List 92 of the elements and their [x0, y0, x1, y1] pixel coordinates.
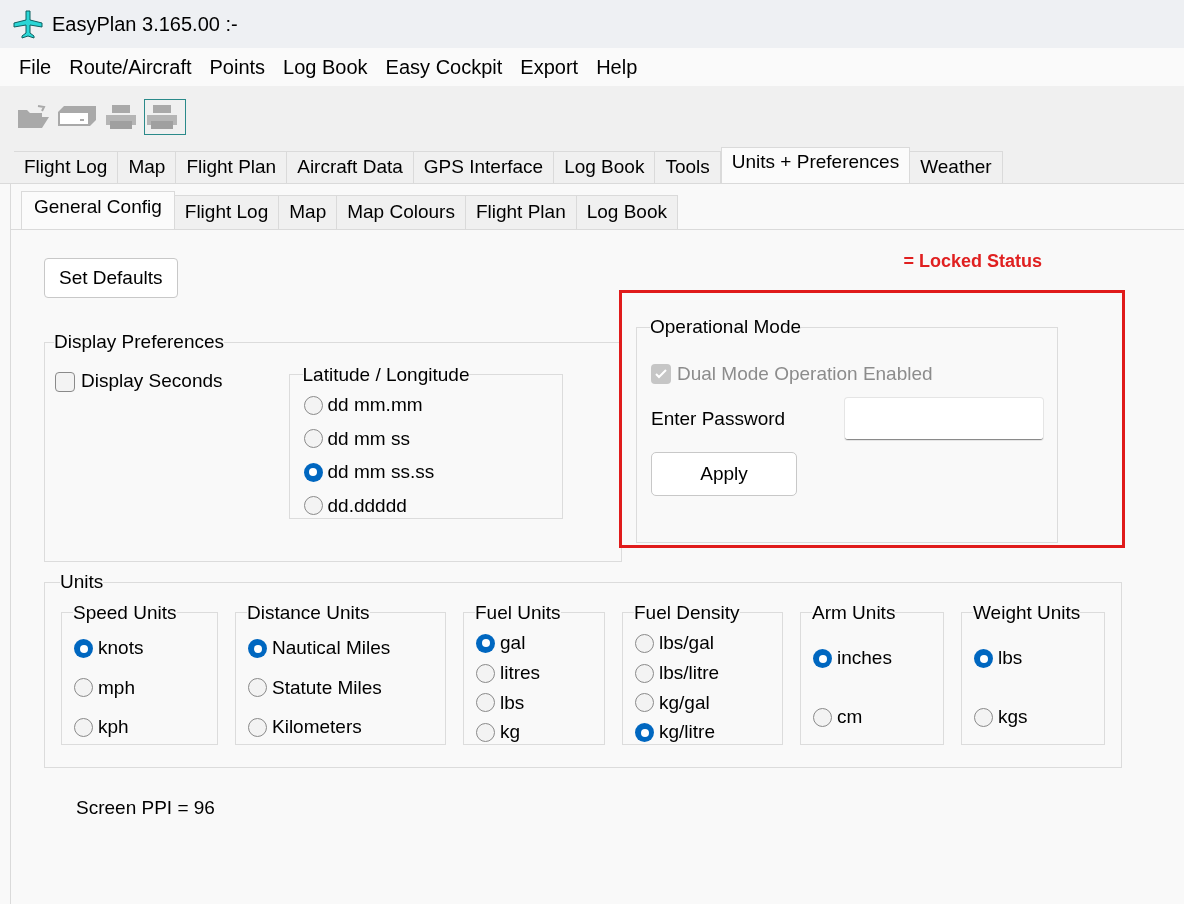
- group-title: Operational Mode: [650, 315, 802, 339]
- radio-label: Nautical Miles: [272, 636, 391, 661]
- radio-label: Statute Miles: [272, 675, 382, 700]
- menu-item[interactable]: Log Book: [274, 52, 377, 82]
- window-title: EasyPlan 3.165.00 :-: [52, 12, 238, 37]
- tab[interactable]: Aircraft Data: [287, 151, 414, 183]
- radio-button[interactable]: [74, 678, 93, 698]
- tab[interactable]: Tools: [655, 151, 721, 183]
- tab[interactable]: GPS Interface: [413, 151, 555, 183]
- menu-item[interactable]: Route/Aircraft: [60, 52, 201, 82]
- radio-button[interactable]: [248, 639, 267, 659]
- tab[interactable]: Map Colours: [337, 195, 466, 229]
- radio-button[interactable]: [813, 708, 832, 727]
- group-title: Display Preferences: [54, 330, 225, 354]
- folder-icon[interactable]: [16, 104, 50, 130]
- radio-label: litres: [500, 660, 541, 685]
- radio-label: lbs/litre: [659, 660, 720, 685]
- radio-label: kg/gal: [659, 690, 710, 715]
- group-title: Arm Units: [812, 600, 896, 625]
- radio-button[interactable]: [74, 639, 93, 659]
- menu-item[interactable]: Help: [587, 52, 647, 82]
- group-title: Distance Units: [247, 600, 370, 625]
- tab[interactable]: Log Book: [554, 151, 656, 183]
- checkbox[interactable]: [55, 371, 75, 392]
- checkbox-label: Dual Mode Operation Enabled: [677, 361, 933, 386]
- radio-button[interactable]: [635, 633, 654, 653]
- radio-label: kg: [500, 720, 521, 745]
- radio-button[interactable]: [635, 663, 654, 683]
- radio-label: gal: [500, 631, 526, 655]
- screen-ppi-text: Screen PPI = 96: [76, 796, 216, 820]
- password-label: Enter Password: [651, 406, 787, 431]
- menu-item[interactable]: Points: [200, 52, 275, 82]
- group-title: Latitude / Longitude: [302, 362, 470, 387]
- radio-label: Kilometers: [272, 715, 362, 740]
- tab[interactable]: Log Book: [576, 195, 678, 229]
- radio-button[interactable]: [813, 649, 832, 668]
- radio-button[interactable]: [303, 429, 323, 449]
- radio-button[interactable]: [635, 723, 654, 743]
- tab[interactable]: Flight Log: [174, 195, 280, 229]
- radio-label: cm: [837, 705, 863, 730]
- radio-label: lbs/gal: [659, 631, 714, 655]
- radio-label: kph: [98, 715, 129, 740]
- tab[interactable]: Flight Log: [14, 151, 119, 183]
- locked-status-note: = Locked Status: [903, 250, 1043, 273]
- radio-button[interactable]: [476, 663, 495, 683]
- airplane-icon: [12, 9, 44, 39]
- radio-label: inches: [837, 646, 892, 671]
- radio-button[interactable]: [303, 395, 323, 415]
- radio-button[interactable]: [303, 462, 323, 482]
- radio-label: dd mm ss: [327, 426, 410, 451]
- radio-label: lbs: [998, 646, 1023, 671]
- group-title: Units: [60, 570, 104, 594]
- tab[interactable]: Map: [118, 151, 177, 183]
- group-title: Fuel Units: [475, 600, 561, 625]
- radio-button[interactable]: [635, 693, 654, 713]
- radio-button[interactable]: [74, 717, 93, 737]
- radio-button[interactable]: [248, 717, 267, 737]
- group-title: Fuel Density: [634, 600, 740, 625]
- set-defaults-button[interactable]: Set Defaults: [44, 258, 178, 298]
- radio-button[interactable]: [476, 693, 495, 713]
- tab[interactable]: Flight Plan: [176, 151, 288, 183]
- radio-label: dd.ddddd: [327, 493, 407, 518]
- radio-button[interactable]: [248, 678, 267, 698]
- radio-button[interactable]: [974, 649, 993, 668]
- tab[interactable]: Flight Plan: [465, 195, 577, 229]
- radio-button[interactable]: [476, 723, 495, 743]
- printer-icon[interactable]: [104, 103, 138, 131]
- group-title: Speed Units: [73, 600, 177, 625]
- radio-label: kgs: [998, 705, 1028, 730]
- tab[interactable]: Map: [279, 195, 338, 229]
- radio-label: knots: [98, 636, 144, 661]
- tab[interactable]: Weather: [910, 151, 1003, 183]
- password-field[interactable]: [845, 398, 1043, 440]
- printer-icon[interactable]: [145, 103, 179, 131]
- menu-item[interactable]: File: [10, 52, 61, 82]
- radio-button[interactable]: [974, 708, 993, 727]
- apply-button[interactable]: Apply: [651, 452, 797, 496]
- radio-label: dd mm.mm: [327, 393, 423, 417]
- radio-button[interactable]: [476, 633, 495, 653]
- menu-item[interactable]: Easy Cockpit: [376, 52, 512, 82]
- radio-button[interactable]: [303, 496, 323, 516]
- radio-label: kg/litre: [659, 720, 715, 745]
- radio-label: mph: [98, 675, 135, 700]
- radio-label: dd mm ss.ss: [327, 460, 435, 484]
- menu-item[interactable]: Export: [511, 52, 588, 82]
- group-title: Weight Units: [973, 600, 1081, 625]
- toolbar-button[interactable]: [144, 99, 186, 135]
- tab[interactable]: Units + Preferences: [720, 147, 911, 183]
- check-icon: [654, 366, 668, 381]
- radio-label: lbs: [500, 690, 525, 715]
- tab[interactable]: General Config: [21, 191, 175, 229]
- checkbox-label: Display Seconds: [81, 369, 223, 394]
